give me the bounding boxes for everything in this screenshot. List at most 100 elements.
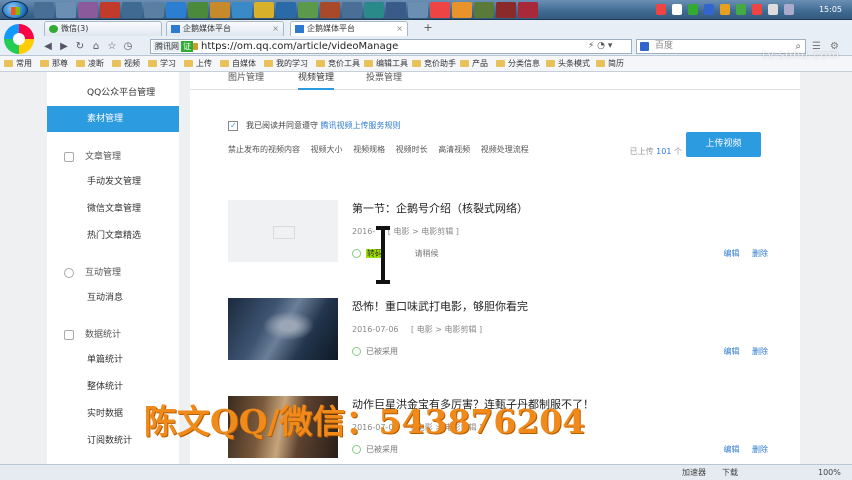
address-tools[interactable]: ⚡ ◔ ▾ [588, 41, 612, 51]
close-icon[interactable]: × [396, 22, 403, 36]
terms-link[interactable]: 腾讯视频上传服务规则 [321, 121, 401, 130]
video-title[interactable]: 恐怖！重口味武打电影，够胆你看完 [352, 300, 528, 314]
tray-icon[interactable] [752, 4, 762, 15]
quicklaunch-icon[interactable] [320, 2, 340, 18]
edit-button[interactable]: 编辑 [723, 445, 739, 454]
tab-wechat[interactable]: 微信(3) [44, 21, 162, 36]
quicklaunch-icon[interactable] [342, 2, 362, 18]
rule-link[interactable]: 禁止发布的视频内容 [228, 145, 300, 154]
favorite-icon[interactable]: ☆ [106, 41, 118, 53]
sidebar-item-single-stats[interactable]: 单篇统计 [47, 347, 179, 373]
tray-icon[interactable] [672, 4, 682, 15]
quicklaunch-icon[interactable] [188, 2, 208, 18]
quicklaunch-icon[interactable] [298, 2, 318, 18]
quicklaunch-icon[interactable] [254, 2, 274, 18]
bookmark-folder[interactable]: 视频 [112, 58, 140, 70]
rule-link[interactable]: 视频大小 [311, 145, 343, 154]
close-icon[interactable]: × [272, 22, 279, 36]
home-icon[interactable]: ⌂ [90, 41, 102, 53]
back-icon[interactable]: ◀ [42, 41, 54, 53]
quicklaunch-icon[interactable] [166, 2, 186, 18]
quicklaunch-icon[interactable] [496, 2, 516, 18]
quicklaunch-icon[interactable] [210, 2, 230, 18]
clock[interactable]: 15:05 [819, 0, 842, 19]
bookmark-folder[interactable]: 自媒体 [220, 58, 256, 70]
quicklaunch-icon[interactable] [386, 2, 406, 18]
url-text[interactable]: https://om.qq.com/article/videoManage [201, 41, 398, 52]
rule-link[interactable]: 视频规格 [353, 145, 385, 154]
sidebar-item-hot-articles[interactable]: 热门文章精选 [47, 223, 179, 249]
bookmark-folder[interactable]: 头条模式 [546, 58, 590, 70]
delete-button[interactable]: 删除 [752, 347, 768, 356]
video-thumbnail[interactable] [228, 298, 338, 360]
delete-button[interactable]: 删除 [752, 249, 768, 258]
video-row: 第一节：企鹅号介绍（核裂式网络） 2016- [ 电影 > 电影剪辑 ] 转码 … [228, 200, 768, 264]
forward-icon[interactable]: ▶ [58, 41, 70, 53]
quicklaunch-icon[interactable] [232, 2, 252, 18]
quicklaunch-icon[interactable] [122, 2, 142, 18]
quicklaunch-icon[interactable] [430, 2, 450, 18]
tray-icon[interactable] [720, 4, 730, 15]
tray-icon[interactable] [736, 4, 746, 15]
bookmark-folder[interactable]: 竞价工具 [316, 58, 360, 70]
quicklaunch-icon[interactable] [78, 2, 98, 18]
quicklaunch-icon[interactable] [364, 2, 384, 18]
tray-icon[interactable] [704, 4, 714, 15]
bookmark-folder[interactable]: 我的学习 [264, 58, 308, 70]
quicklaunch-icon[interactable] [452, 2, 472, 18]
quicklaunch-icon[interactable] [276, 2, 296, 18]
sidebar-item-material[interactable]: 素材管理 [47, 106, 179, 132]
new-tab-button[interactable]: + [418, 22, 438, 35]
tab-om-2[interactable]: 企鹅媒体平台 × [290, 21, 408, 36]
tray-icon[interactable] [784, 4, 794, 15]
upload-video-button[interactable]: 上传视频 [686, 132, 761, 157]
tab-images[interactable]: 图片管理 [228, 72, 264, 90]
sidebar-item-overall-stats[interactable]: 整体统计 [47, 374, 179, 400]
address-bar[interactable]: 腾讯网 证 https://om.qq.com/article/videoMan… [150, 39, 632, 54]
edit-button[interactable]: 编辑 [723, 347, 739, 356]
uploaded-suffix: 个 [674, 147, 682, 156]
download-label[interactable]: 下载 [722, 467, 738, 479]
sidebar-item-messages[interactable]: 互动消息 [47, 285, 179, 311]
video-thumbnail[interactable] [228, 200, 338, 262]
start-button[interactable] [2, 1, 28, 19]
network-icon[interactable] [688, 4, 698, 15]
quicklaunch-icon[interactable] [408, 2, 428, 18]
quicklaunch-icon[interactable] [518, 2, 538, 18]
volume-icon[interactable] [768, 4, 778, 15]
rule-link[interactable]: 视频处理流程 [481, 145, 529, 154]
bookmark-folder[interactable]: 上传 [184, 58, 212, 70]
tab-votes[interactable]: 投票管理 [366, 72, 402, 90]
history-icon[interactable]: ◷ [122, 41, 134, 53]
quicklaunch-icon[interactable] [474, 2, 494, 18]
zoom-level[interactable]: 100% [818, 467, 841, 479]
shield-icon[interactable] [656, 4, 666, 15]
tab-videos[interactable]: 视频管理 [298, 72, 335, 90]
quicklaunch-icon[interactable] [100, 2, 120, 18]
quicklaunch-icon[interactable] [34, 2, 54, 18]
tab-om-1[interactable]: 企鹅媒体平台 × [166, 21, 284, 36]
bookmark-folder[interactable]: 那尊 [40, 58, 68, 70]
bookmark-folder[interactable]: 常用 [4, 58, 32, 70]
bookmark-folder[interactable]: 凌断 [76, 58, 104, 70]
quicklaunch-icon[interactable] [144, 2, 164, 18]
agree-checkbox[interactable] [228, 120, 238, 132]
bookmark-folder[interactable]: 简历 [596, 58, 624, 70]
bookmark-folder[interactable]: 产品 [460, 58, 488, 70]
sidebar-item-manual-post[interactable]: 手动发文管理 [47, 169, 179, 195]
browser-logo-icon[interactable] [4, 24, 34, 54]
sidebar-item-qq-platform[interactable]: QQ公众平台管理 [47, 80, 179, 106]
bookmark-folder[interactable]: 竞价助手 [412, 58, 456, 70]
rule-link[interactable]: 高清视频 [438, 145, 470, 154]
rule-link[interactable]: 视频时长 [396, 145, 428, 154]
accelerator-label[interactable]: 加速器 [682, 467, 706, 479]
quicklaunch-icon[interactable] [56, 2, 76, 18]
bookmark-folder[interactable]: 分类信息 [496, 58, 540, 70]
video-title[interactable]: 第一节：企鹅号介绍（核裂式网络） [352, 202, 528, 216]
sidebar-item-wechat-articles[interactable]: 微信文章管理 [47, 196, 179, 222]
edit-button[interactable]: 编辑 [723, 249, 739, 258]
refresh-icon[interactable]: ↻ [74, 41, 86, 53]
bookmark-folder[interactable]: 学习 [148, 58, 176, 70]
delete-button[interactable]: 删除 [752, 445, 768, 454]
bookmark-folder[interactable]: 编辑工具 [364, 58, 408, 70]
